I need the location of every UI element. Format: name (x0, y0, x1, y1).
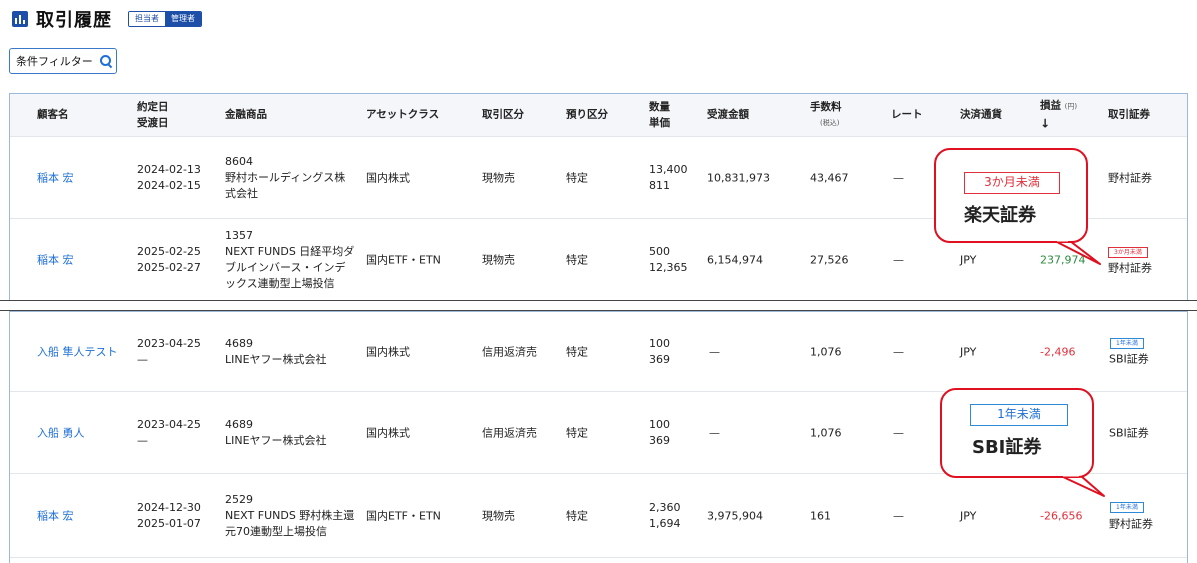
trade-type: 信用返済売 (482, 426, 537, 439)
col-asset: アセットクラス (366, 108, 440, 121)
customer-link[interactable]: 稲本 宏 (37, 252, 74, 267)
pnl-value: -26,656 (1040, 509, 1083, 522)
product-name: 8604 野村ホールディングス株 式会社 (225, 154, 346, 200)
chart-icon (12, 11, 28, 27)
callout-top-tag: 3か月未満 (964, 172, 1060, 194)
callout-top-text: 楽天証券 (964, 205, 1036, 226)
col-broker: 取引証券 (1108, 108, 1150, 121)
settle-amount: — (709, 345, 720, 358)
trade-dates: 2024-02-13 2024-02-15 (137, 162, 201, 192)
page-header: 取引履歴 担当者 管理者 (12, 8, 202, 31)
callout-bottom-tag: 1年未満 (970, 404, 1068, 426)
rate: — (893, 171, 904, 184)
rate: — (893, 426, 904, 439)
col-amount: 受渡金額 (707, 108, 749, 121)
col-qty-price[interactable]: 数量 単価 (649, 99, 670, 131)
settle-amount: 3,975,904 (707, 509, 763, 522)
qty-price: 100 369 (649, 417, 670, 447)
custody-type: 特定 (566, 509, 588, 522)
asset-class: 国内株式 (366, 426, 410, 439)
filter-button-label: 条件フィルター (16, 55, 93, 68)
col-fee[interactable]: 手数料 (税込) (810, 99, 842, 131)
customer-link[interactable]: 稲本 宏 (37, 508, 74, 523)
role-toggle[interactable]: 担当者 管理者 (128, 11, 202, 27)
callout-bottom-text: SBI証券 (972, 437, 1042, 458)
qty-price: 100 369 (649, 336, 670, 366)
asset-class: 国内ETF・ETN (366, 253, 441, 266)
qty-price: 2,360 1,694 (649, 500, 681, 530)
asset-class: 国内株式 (366, 345, 410, 358)
col-customer: 顧客名 (37, 108, 69, 121)
custody-type: 特定 (566, 426, 588, 439)
col-product: 金融商品 (225, 108, 267, 121)
currency: JPY (960, 509, 977, 522)
col-custody: 預り区分 (566, 108, 608, 121)
product-name: 4689 LINEヤフー株式会社 (225, 417, 327, 447)
table-header: 顧客名 約定日 受渡日 金融商品 アセットクラス 取引区分 預り区分 数量 単価… (10, 94, 1187, 137)
qty-price: 500 12,365 (649, 244, 688, 274)
fee: 27,526 (810, 253, 849, 266)
search-icon (99, 55, 112, 67)
product-name: 1357 NEXT FUNDS 日経平均ダ ブルインバース・インデ ックス連動型… (225, 228, 355, 290)
trade-dates: 2024-12-30 2025-01-07 (137, 500, 201, 530)
holding-period-badge: 3か月未満 (1108, 247, 1148, 258)
customer-link[interactable]: 入船 勇人 (37, 425, 85, 440)
trade-dates: 2023-04-25 — (137, 336, 201, 366)
currency: JPY (960, 345, 977, 358)
fee: 43,467 (810, 171, 849, 184)
custody-type: 特定 (566, 345, 588, 358)
product-name: 4689 LINEヤフー株式会社 (225, 336, 327, 366)
col-pnl[interactable]: 損益 (円) ↓ (1040, 99, 1077, 132)
role-option-admin[interactable]: 管理者 (165, 12, 201, 26)
col-dates[interactable]: 約定日 受渡日 (137, 99, 169, 131)
broker: 野村証券 (1108, 261, 1152, 275)
col-currency: 決済通貨 (960, 108, 1002, 121)
trade-dates: 2023-04-25 — (137, 417, 201, 447)
asset-class: 国内ETF・ETN (366, 509, 441, 522)
fee: 161 (810, 509, 831, 522)
trade-dates: 2025-02-25 2025-02-27 (137, 244, 201, 274)
page-title: 取引履歴 (36, 10, 112, 31)
custody-type: 特定 (566, 171, 588, 184)
section-divider (0, 300, 1197, 301)
broker: SBI証券 (1109, 352, 1149, 366)
broker: 野村証券 (1108, 171, 1152, 184)
settle-amount: 10,831,973 (707, 171, 770, 184)
custody-type: 特定 (566, 253, 588, 266)
settle-amount: — (709, 426, 720, 439)
trade-type: 現物売 (482, 171, 515, 184)
customer-link[interactable]: 稲本 宏 (37, 170, 74, 185)
customer-link[interactable]: 入船 隼人テスト (37, 344, 118, 359)
table-row[interactable]: 入船 隼人テスト 2023-04-25 — 4689 LINEヤフー株式会社 国… (10, 312, 1187, 392)
trade-type: 現物売 (482, 509, 515, 522)
pnl-value: -2,496 (1040, 345, 1076, 358)
product-name: 2529 NEXT FUNDS 野村株主還 元70連動型上場投信 (225, 492, 355, 538)
rate: — (893, 253, 904, 266)
rate: — (893, 509, 904, 522)
settle-amount: 6,154,974 (707, 253, 763, 266)
filter-button[interactable]: 条件フィルター (9, 48, 117, 74)
holding-period-badge: 1年未満 (1110, 338, 1144, 349)
col-rate: レート (891, 108, 923, 121)
trade-type: 信用返済売 (482, 345, 537, 358)
sort-desc-icon[interactable]: ↓ (1040, 117, 1077, 132)
qty-price: 13,400 811 (649, 162, 688, 192)
rate: — (893, 345, 904, 358)
fee: 1,076 (810, 426, 842, 439)
role-option-staff[interactable]: 担当者 (129, 12, 165, 26)
col-trade-type: 取引区分 (482, 108, 524, 121)
asset-class: 国内株式 (366, 171, 410, 184)
broker: 野村証券 (1109, 517, 1153, 531)
trade-type: 現物売 (482, 253, 515, 266)
fee: 1,076 (810, 345, 842, 358)
